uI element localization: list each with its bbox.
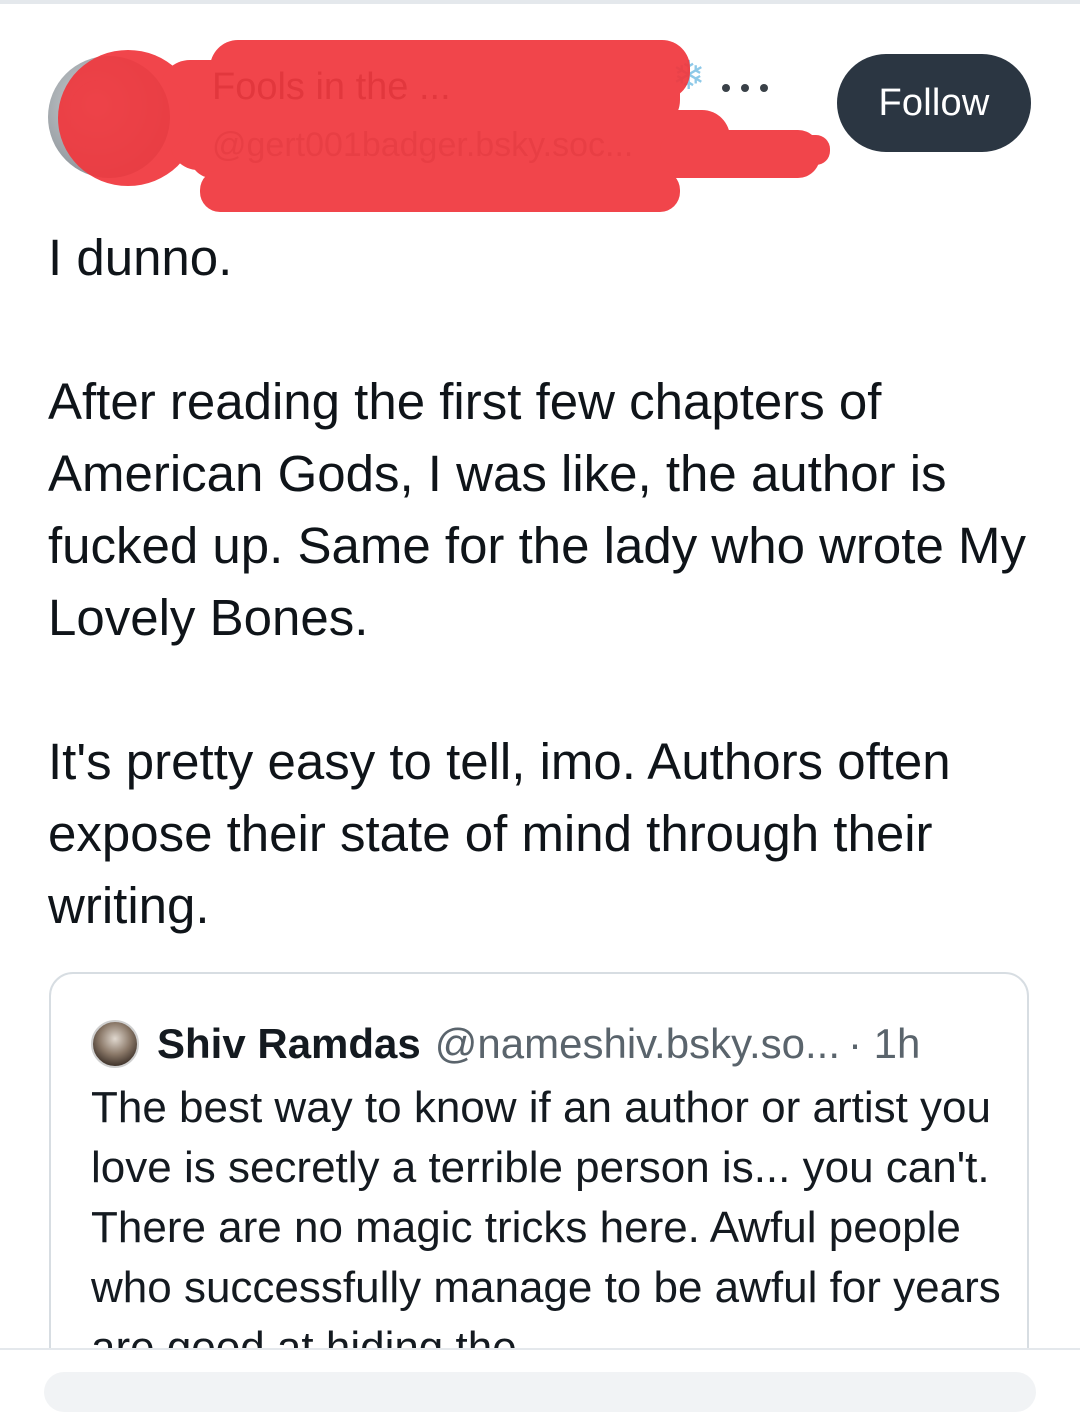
post-paragraph: I dunno. xyxy=(48,229,233,286)
more-dot xyxy=(722,84,730,92)
quoted-post-text: The best way to know if an author or art… xyxy=(91,1083,1001,1372)
follow-button[interactable]: Follow xyxy=(837,54,1031,152)
author-display-name[interactable]: Fools in the ... xyxy=(212,66,712,109)
author-handle[interactable]: @gert001badger.bsky.soc... xyxy=(212,126,812,165)
more-dot xyxy=(741,84,749,92)
more-options-icon[interactable] xyxy=(722,78,768,98)
post-paragraph: After reading the first few chapters of … xyxy=(48,373,1026,646)
post-body: I dunno. After reading the first few cha… xyxy=(48,222,1038,942)
author-avatar[interactable] xyxy=(48,56,170,178)
reply-input-bar[interactable] xyxy=(44,1372,1036,1412)
post-paragraph: It's pretty easy to tell, imo. Authors o… xyxy=(48,733,951,934)
top-divider xyxy=(0,0,1080,4)
quoted-author-handle[interactable]: @nameshiv.bsky.so... xyxy=(435,1018,840,1070)
quoted-author-name[interactable]: Shiv Ramdas xyxy=(157,1018,421,1070)
quoted-post-card[interactable]: Shiv Ramdas @nameshiv.bsky.so... · 1h Th… xyxy=(49,972,1029,1402)
quoted-post-header: Shiv Ramdas @nameshiv.bsky.so... · 1h xyxy=(91,1018,920,1070)
snowflake-icon: ❄ xyxy=(672,54,706,98)
more-dot xyxy=(760,84,768,92)
quoted-author-avatar[interactable] xyxy=(91,1020,139,1068)
quoted-post-time: · 1h xyxy=(848,1020,921,1067)
